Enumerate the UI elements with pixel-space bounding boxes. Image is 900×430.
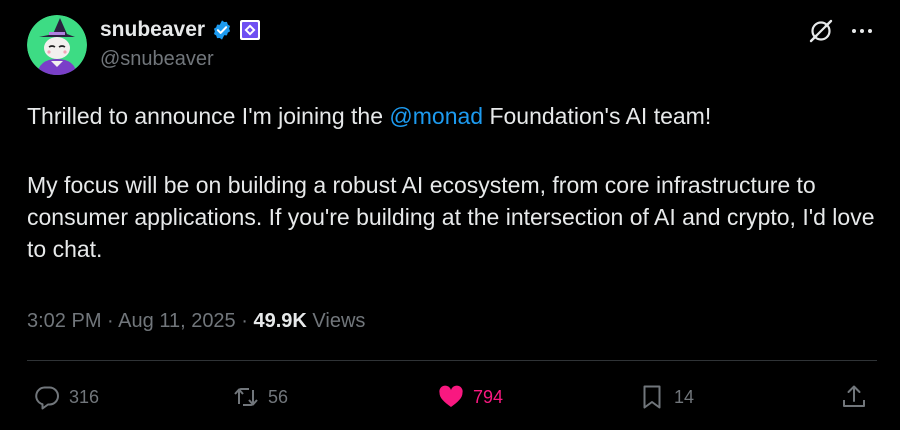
repost-icon [234,388,258,406]
tweet-meta: 3:02 PM · Aug 11, 2025 · 49.9K Views [27,307,365,335]
tweet-date[interactable]: Aug 11, 2025 [118,310,236,332]
meta-separator: · [241,310,248,332]
tweet-paragraph-2: My focus will be on building a robust AI… [27,172,875,262]
avatar[interactable] [27,15,87,75]
views-label: Views [312,310,366,332]
reply-button[interactable]: 316 [33,381,99,413]
affiliate-badge-icon[interactable] [239,19,261,41]
tweet-time[interactable]: 3:02 PM [27,310,101,332]
share-button[interactable] [840,381,868,413]
tweet-text-suffix: Foundation's AI team! [483,103,712,129]
mention-link[interactable]: @monad [389,103,483,129]
like-button[interactable]: 794 [437,381,503,413]
bookmark-count: 14 [674,386,695,407]
repost-count: 56 [268,386,289,407]
grok-icon[interactable] [808,18,834,44]
verified-badge-icon[interactable] [211,19,233,41]
witch-cat-avatar-icon [27,15,87,75]
repost-button[interactable]: 56 [232,381,288,413]
bookmark-button[interactable]: 14 [638,381,694,413]
divider [27,360,877,361]
reply-count: 316 [69,386,100,407]
share-icon [843,385,865,407]
display-name[interactable]: snubeaver [100,18,205,42]
tweet-paragraph-1: Thrilled to announce I'm joining the @mo… [27,100,877,132]
bookmark-icon [643,385,661,409]
more-options-icon[interactable] [849,22,875,40]
author-handle[interactable]: @snubeaver [100,48,214,71]
meta-separator: · [107,310,114,332]
like-count: 794 [473,386,504,407]
author-name-row: snubeaver [100,16,261,44]
tweet-text-prefix: Thrilled to announce I'm joining the [27,103,390,129]
tweet-text: Thrilled to announce I'm joining the @mo… [27,100,877,265]
reply-icon [35,386,59,410]
tweet-card: snubeaver @snubeaver Thrilled to announc… [0,0,900,430]
heart-icon [439,385,463,407]
views-count: 49.9K [253,310,307,332]
